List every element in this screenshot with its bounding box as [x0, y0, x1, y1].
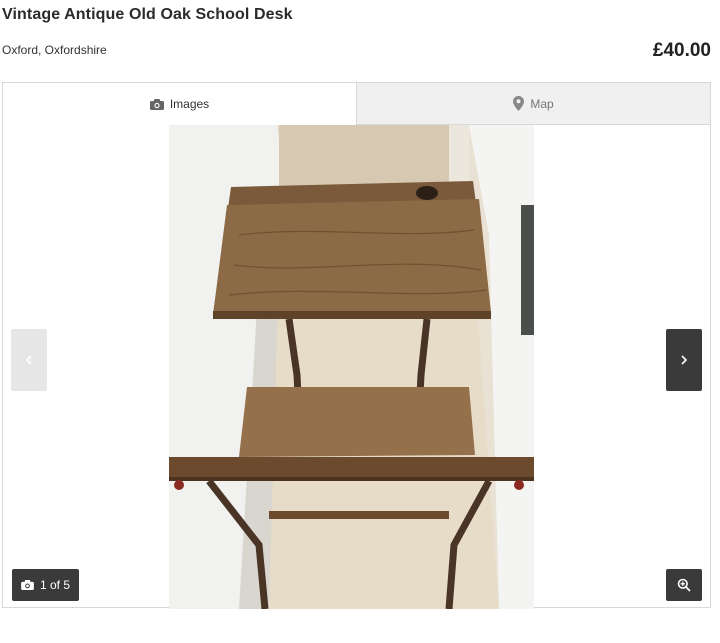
image-counter-badge: 1 of 5: [12, 569, 80, 601]
image-gallery: Images Map 1 of 5: [2, 82, 711, 609]
tab-images[interactable]: Images: [3, 83, 356, 125]
listing-photo[interactable]: [169, 125, 534, 609]
image-counter-text: 1 of 5: [40, 578, 71, 592]
next-image-button[interactable]: [666, 329, 702, 391]
chevron-right-icon: [681, 355, 688, 365]
gallery-tabs: Images Map: [3, 83, 710, 125]
gallery-stage: 1 of 5: [3, 125, 710, 609]
zoom-button[interactable]: [666, 569, 702, 601]
map-pin-icon: [513, 96, 525, 111]
tab-map-label: Map: [530, 96, 554, 111]
listing-location: Oxford, Oxfordshire: [2, 43, 107, 57]
listing-price: £40.00: [652, 40, 711, 61]
desk-photo-illustration: [169, 125, 534, 609]
listing-title: Vintage Antique Old Oak School Desk: [2, 6, 293, 23]
camera-icon: [21, 580, 34, 590]
camera-icon: [149, 98, 164, 110]
previous-image-button[interactable]: [11, 329, 47, 391]
tab-images-label: Images: [169, 97, 210, 111]
chevron-left-icon: [25, 355, 32, 365]
tab-map[interactable]: Map: [356, 83, 710, 125]
zoom-in-icon: [677, 578, 691, 592]
